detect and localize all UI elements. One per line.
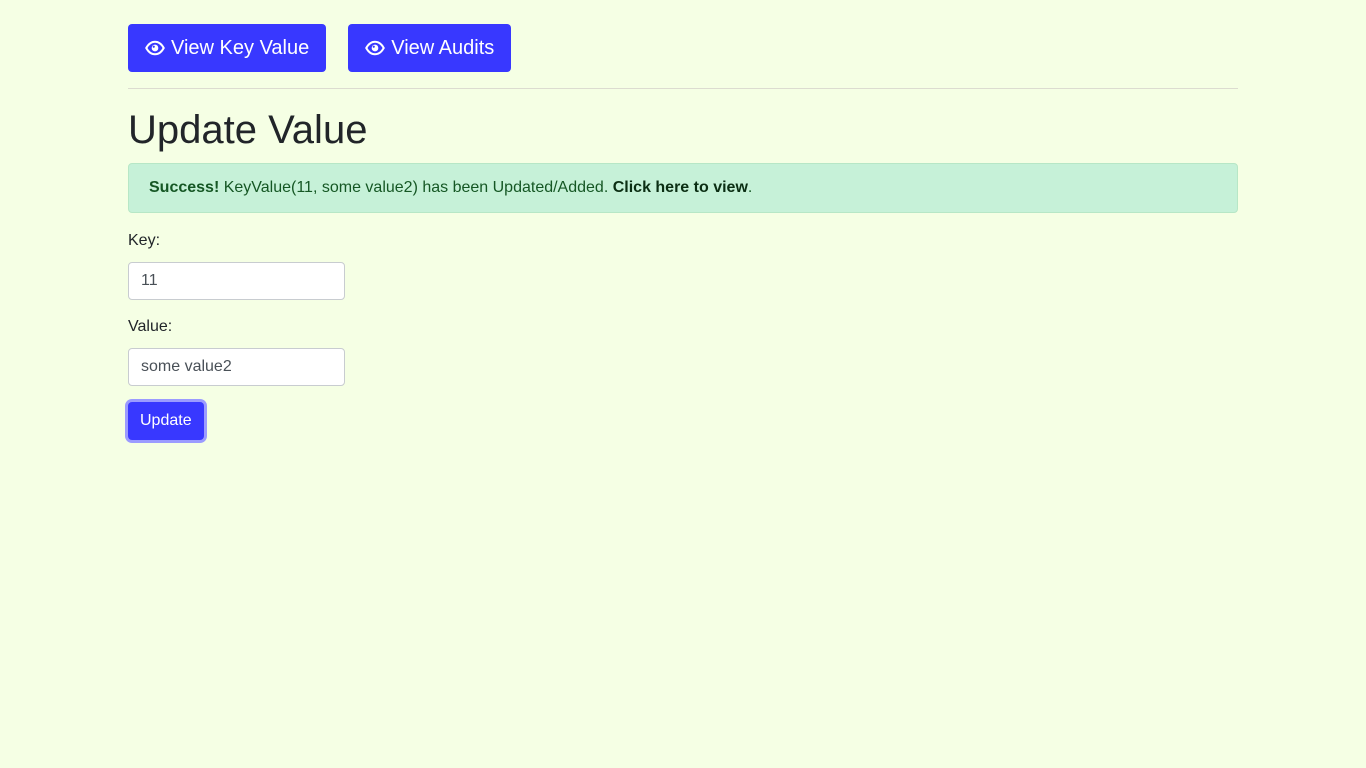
key-input[interactable] — [128, 262, 345, 300]
update-button[interactable]: Update — [128, 402, 204, 440]
eye-icon — [145, 38, 165, 58]
success-alert: Success! KeyValue(11, some value2) has b… — [128, 163, 1238, 213]
page-container: View Key Value View Audits Update Value … — [128, 24, 1238, 440]
key-label: Key: — [128, 232, 161, 249]
view-key-value-button[interactable]: View Key Value — [128, 24, 327, 72]
view-audits-label: View Audits — [391, 37, 495, 59]
alert-message: KeyValue(11, some value2) has been Updat… — [219, 179, 613, 196]
page-title: Update Value — [128, 108, 368, 152]
view-link[interactable]: Click here to view — [613, 179, 748, 196]
value-label: Value: — [128, 318, 173, 335]
value-input[interactable] — [128, 348, 345, 386]
view-audits-button[interactable]: View Audits — [348, 24, 512, 72]
eye-icon — [365, 38, 386, 58]
update-form: Key: Value: Update — [128, 232, 1238, 440]
divider — [128, 88, 1238, 89]
view-key-value-label: View Key Value — [171, 37, 310, 59]
nav-bar: View Key Value View Audits — [128, 24, 1238, 72]
alert-prefix: Success! — [149, 179, 220, 196]
alert-suffix: . — [747, 179, 753, 196]
